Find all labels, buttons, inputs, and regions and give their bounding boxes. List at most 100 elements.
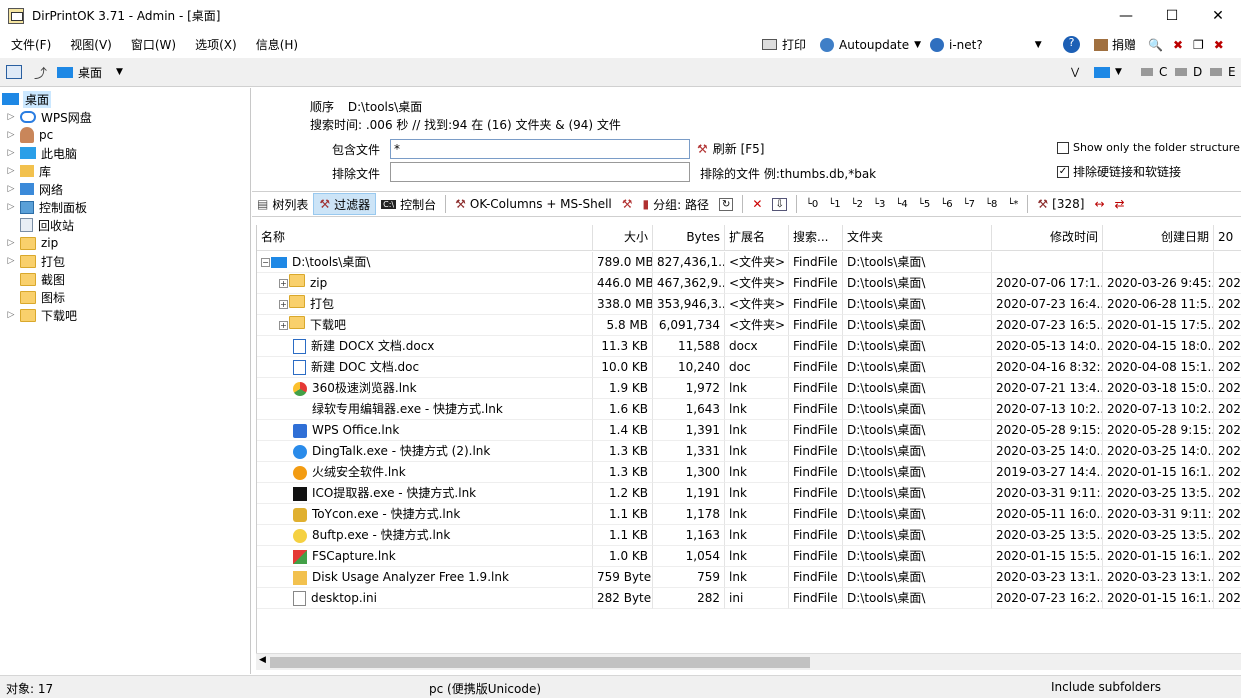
checkbox[interactable] [1057, 141, 1069, 154]
up-folder-icon[interactable]: ⤴ [34, 63, 47, 82]
location-dropdown[interactable]: 桌面 ▼ [57, 64, 123, 81]
col-size[interactable]: 大小 [593, 225, 653, 251]
menu-options[interactable]: 选项(X) [184, 36, 245, 53]
level-3-button[interactable]: └3 [868, 193, 890, 215]
table-row[interactable]: 新建 DOCX 文档.docx 11.3 KB 11,588 docx FindFile… [257, 336, 1241, 357]
table-row[interactable]: 360极速浏览器.lnk 1.9 KB 1,972 lnk FindFile D:\too… [257, 378, 1241, 399]
tree-item-wps[interactable]: ▷ WPS网盘 [6, 108, 92, 126]
delete-button[interactable]: ✕ [747, 193, 767, 215]
horizontal-scrollbar[interactable]: ◀ [256, 653, 1241, 670]
autoupdate-button[interactable]: Autoupdate ▼ [820, 31, 921, 58]
exclude-links-option[interactable]: ✓ 排除硬链接和软链接 [1057, 163, 1181, 180]
tree-item-recycle-bin[interactable]: 回收站 [6, 216, 74, 234]
col-modified[interactable]: 修改时间 [992, 225, 1103, 251]
level-8-button[interactable]: └8 [980, 193, 1002, 215]
expand-icon[interactable]: ▷ [6, 184, 16, 194]
table-row[interactable]: 火绒安全软件.lnk 1.3 KB 1,300 lnk FindFile D:\tools… [257, 462, 1241, 483]
table-row[interactable]: DingTalk.exe - 快捷方式 (2).lnk 1.3 KB 1,331 ln… [257, 441, 1241, 462]
table-row[interactable]: + 打包 338.0 MB 353,946,3... <文件夹> FindFile D:\t… [257, 294, 1241, 315]
close-all-icon[interactable]: ✖ [1214, 38, 1224, 52]
col-folder[interactable]: 文件夹 [843, 225, 992, 251]
level-2-button[interactable]: └2 [846, 193, 868, 215]
columns-button[interactable]: ⚒ OK-Columns + MS-Shell [450, 193, 617, 215]
swap-button[interactable]: ↔ [1089, 193, 1109, 215]
table-row[interactable]: + 下载吧 5.8 MB 6,091,734 <文件夹> FindFile D:\tools… [257, 315, 1241, 336]
expand-icon[interactable]: + [279, 300, 288, 309]
tree-item-icons[interactable]: 图标 [6, 288, 65, 306]
col-bytes[interactable]: Bytes [653, 225, 725, 251]
col-created[interactable]: 创建日期 [1103, 225, 1214, 251]
tree-item-pack[interactable]: ▷ 打包 [6, 252, 65, 270]
col-search[interactable]: 搜索... [789, 225, 843, 251]
help-icon[interactable]: ? [1063, 36, 1080, 53]
refresh-list-button[interactable]: ↻ [714, 193, 738, 215]
expand-icon[interactable]: ▷ [6, 112, 16, 122]
tree-item-library[interactable]: ▷ 库 [6, 162, 51, 180]
table-row[interactable]: 8uftp.exe - 快捷方式.lnk 1.1 KB 1,163 lnk FindFi… [257, 525, 1241, 546]
close-doc-icon[interactable]: ✖ [1173, 38, 1183, 52]
expand-toolbar-icon[interactable]: ⋁ [1071, 67, 1079, 78]
table-row[interactable]: WPS Office.lnk 1.4 KB 1,391 lnk FindFile D:\t… [257, 420, 1241, 441]
table-row[interactable]: ICO提取器.exe - 快捷方式.lnk 1.2 KB 1,191 lnk FindF… [257, 483, 1241, 504]
tree-item-downloads[interactable]: ▷ 下载吧 [6, 306, 77, 324]
expand-icon[interactable]: ▷ [6, 310, 16, 320]
hammer-button[interactable]: ⚒ [617, 193, 638, 215]
collapse-button[interactable]: ⇄ [1110, 193, 1130, 215]
expand-icon[interactable]: ▷ [6, 202, 16, 212]
minimize-button[interactable]: — [1103, 0, 1149, 31]
include-input[interactable]: * [390, 139, 690, 159]
table-row[interactable]: 绿软专用编辑器.exe - 快捷方式.lnk 1.6 KB 1,643 lnk Find… [257, 399, 1241, 420]
collapse-icon[interactable]: − [261, 258, 270, 267]
level-0-button[interactable]: └0 [801, 193, 823, 215]
level-6-button[interactable]: └6 [935, 193, 957, 215]
level-7-button[interactable]: └7 [958, 193, 980, 215]
panel-toggle-icon[interactable] [6, 65, 22, 79]
col-extra[interactable]: 20 [1214, 225, 1241, 251]
tree-root-desktop[interactable]: 桌面 [2, 90, 52, 108]
menu-window[interactable]: 窗口(W) [120, 36, 184, 53]
tree-item-screenshots[interactable]: 截图 [6, 270, 65, 288]
tree-item-zip[interactable]: ▷ zip [6, 234, 59, 252]
group-button[interactable]: ▮ 分组: 路径 [638, 193, 714, 215]
donate-button[interactable]: 捐赠 [1112, 36, 1136, 53]
expand-icon[interactable]: ▷ [6, 166, 16, 176]
table-row[interactable]: desktop.ini 282 Byte 282 ini FindFile D:\tool… [257, 588, 1241, 609]
maximize-button[interactable]: ☐ [1149, 0, 1195, 31]
menu-info[interactable]: 信息(H) [245, 36, 306, 53]
expand-icon[interactable]: + [279, 321, 288, 330]
drive-d-button[interactable]: D [1175, 65, 1202, 79]
expand-icon[interactable]: + [279, 279, 288, 288]
tab-console[interactable]: C:\ 控制台 [376, 193, 441, 215]
menu-file[interactable]: 文件(F) [0, 36, 59, 53]
tab-tree-list[interactable]: ▤ 树列表 [252, 193, 313, 215]
level-1-button[interactable]: └1 [823, 193, 845, 215]
level-5-button[interactable]: └5 [913, 193, 935, 215]
drive-c-button[interactable]: C [1141, 65, 1167, 79]
col-ext[interactable]: 扩展名 [725, 225, 789, 251]
menu-view[interactable]: 视图(V) [59, 36, 120, 53]
monitor-dropdown[interactable]: ▼ [1094, 66, 1122, 78]
search-icon[interactable]: 🔍 [1148, 38, 1163, 52]
drive-e-button[interactable]: E [1210, 65, 1236, 79]
expand-icon[interactable]: ▷ [6, 130, 16, 140]
refresh-button[interactable]: ⚒ 刷新 [F5] [697, 140, 764, 157]
col-name[interactable]: 名称 [257, 225, 593, 251]
tree-item-thispc[interactable]: ▷ 此电脑 [6, 144, 77, 162]
restore-doc-icon[interactable]: ❐ [1193, 38, 1204, 52]
close-button[interactable]: ✕ [1195, 0, 1241, 31]
export-button[interactable]: ⇩ [767, 193, 791, 215]
scroll-thumb[interactable] [270, 657, 810, 668]
folder-structure-option[interactable]: Show only the folder structure [1057, 141, 1240, 154]
table-row[interactable]: Disk Usage Analyzer Free 1.9.lnk 759 Byte… [257, 567, 1241, 588]
exclude-input[interactable] [390, 162, 690, 182]
count-button[interactable]: ⚒ [328] [1032, 193, 1089, 215]
level-4-button[interactable]: └4 [890, 193, 912, 215]
tab-filter[interactable]: ⚒ 过滤器 [313, 193, 377, 215]
table-row[interactable]: FSCapture.lnk 1.0 KB 1,054 lnk FindFile D:\to… [257, 546, 1241, 567]
table-row[interactable]: − D:\tools\桌面\ 789.0 MB 827,436,1... <文件夹> Fi… [257, 252, 1241, 273]
expand-icon[interactable]: ▷ [6, 148, 16, 158]
expand-icon[interactable]: ▷ [6, 256, 16, 266]
tree-item-control-panel[interactable]: ▷ 控制面板 [6, 198, 87, 216]
table-row[interactable]: + zip 446.0 MB 467,362,9... <文件夹> FindFile D:\… [257, 273, 1241, 294]
tree-item-network[interactable]: ▷ 网络 [6, 180, 63, 198]
